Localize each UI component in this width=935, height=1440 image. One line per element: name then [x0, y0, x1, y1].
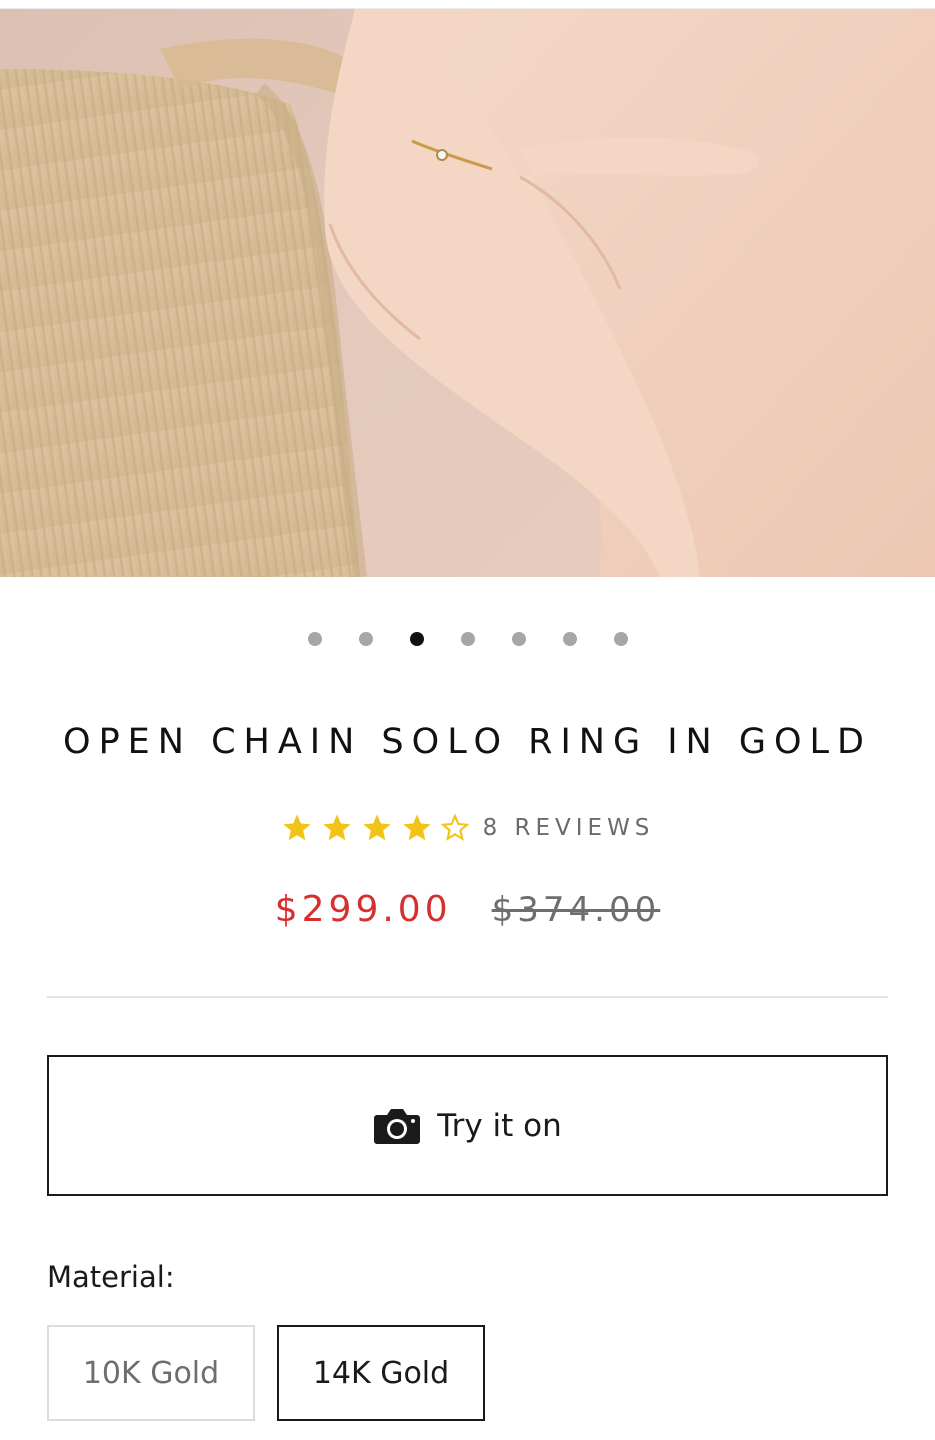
carousel-dot-7[interactable]: [613, 632, 628, 646]
try-it-on-button[interactable]: Try it on: [47, 1055, 888, 1196]
product-title: OPEN CHAIN SOLO RING IN GOLD: [63, 722, 872, 762]
price-row: $299.00 $374.00: [0, 889, 935, 930]
carousel-dot-3[interactable]: [409, 632, 424, 646]
compare-at-price: $374.00: [491, 890, 661, 930]
reviews-link[interactable]: 8 REVIEWS: [483, 815, 655, 841]
star-filled-icon: [281, 812, 313, 844]
carousel-dot-4[interactable]: [460, 632, 475, 646]
product-photo-illustration: [0, 9, 935, 577]
product-page: OPEN CHAIN SOLO RING IN GOLD 8 REVIEWS $…: [0, 0, 935, 1440]
carousel-dot-2[interactable]: [358, 632, 373, 646]
material-label: Material:: [47, 1260, 175, 1294]
try-it-on-label: Try it on: [437, 1107, 562, 1144]
star-filled-icon: [401, 812, 433, 844]
star-outline-icon: [440, 814, 469, 842]
sale-price: $299.00: [274, 889, 452, 930]
star-filled-icon: [361, 812, 393, 844]
star-filled-icon: [321, 812, 353, 844]
rating-row[interactable]: 8 REVIEWS: [0, 812, 935, 844]
carousel-dots: [0, 632, 935, 646]
camera-icon: [374, 1108, 421, 1144]
product-image[interactable]: [0, 8, 935, 577]
divider: [47, 996, 888, 998]
material-option-10k-gold[interactable]: 10K Gold: [47, 1325, 255, 1421]
carousel-dot-5[interactable]: [511, 632, 526, 646]
material-option-14k-gold[interactable]: 14K Gold: [277, 1325, 485, 1421]
carousel-dot-1[interactable]: [307, 632, 322, 646]
star-rating: [281, 812, 469, 844]
carousel-dot-6[interactable]: [562, 632, 577, 646]
